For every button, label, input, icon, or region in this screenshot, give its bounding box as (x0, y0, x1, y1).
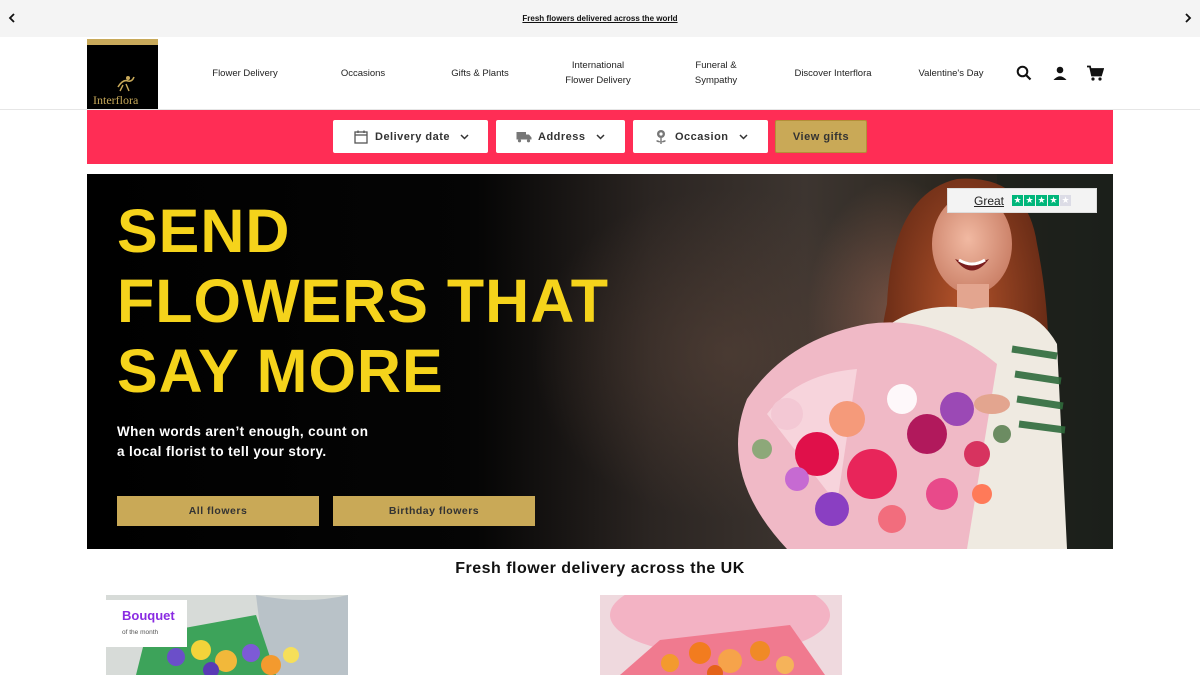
hero-woman-with-bouquet-image (738, 174, 1113, 549)
all-flowers-button[interactable]: All flowers (117, 496, 319, 526)
gift-finder-bar: Delivery date Address Occasion View gift… (87, 110, 1113, 164)
address-label: Address (538, 130, 586, 143)
star-icon: ★ (1036, 195, 1048, 206)
star-icon: ★ (1024, 195, 1036, 206)
occasion-label: Occasion (675, 130, 729, 143)
star-icon: ★ (1012, 195, 1024, 206)
chevron-down-icon (596, 131, 605, 143)
badge-subtitle: of the month (122, 629, 159, 636)
chevron-right-icon[interactable] (1180, 10, 1196, 26)
hero-title: SEND FLOWERS THAT SAY MORE (117, 196, 637, 406)
logo-wordmark: Interflora (93, 93, 139, 107)
nav-funeral-sympathy[interactable]: Funeral & Sympathy (686, 37, 746, 109)
delivery-truck-icon (516, 129, 532, 145)
product-card[interactable]: Bouquet of the month (106, 595, 348, 675)
occasion-dropdown[interactable]: Occasion (633, 120, 768, 153)
delivery-date-label: Delivery date (375, 130, 450, 143)
nav-discover-interflora[interactable]: Discover Interflora (773, 37, 893, 109)
hero-title-line: SAY MORE (117, 337, 444, 405)
mercury-logo-icon (117, 76, 135, 92)
account-icon[interactable] (1050, 63, 1070, 83)
bouquet-of-the-month-badge: Bouquet of the month (106, 600, 187, 647)
nav-gifts-plants[interactable]: Gifts & Plants (420, 37, 540, 109)
flower-icon (653, 129, 669, 145)
trustpilot-rating-label: Great (974, 193, 1005, 208)
announcement-link[interactable]: Fresh flowers delivered across the world (522, 14, 677, 23)
view-gifts-button[interactable]: View gifts (775, 120, 867, 153)
nav-international-flower-delivery[interactable]: International Flower Delivery (558, 37, 638, 109)
hero-title-line: SEND (117, 197, 291, 265)
star-icon: ★ (1060, 195, 1072, 206)
birthday-flowers-button[interactable]: Birthday flowers (333, 496, 535, 526)
star-icon: ★ (1048, 195, 1060, 206)
interflora-logo[interactable]: Interflora (87, 39, 158, 109)
search-icon[interactable] (1014, 63, 1034, 83)
calendar-icon (353, 129, 369, 145)
hero-title-line: FLOWERS THAT (117, 267, 610, 335)
nav-occasions[interactable]: Occasions (303, 37, 423, 109)
bouquet-image (600, 595, 842, 675)
nav-valentines-day[interactable]: Valentine's Day (891, 37, 1011, 109)
product-card[interactable] (600, 595, 842, 675)
trustpilot-rating-badge[interactable]: Great ★ ★ ★ ★ ★ (947, 188, 1097, 213)
chevron-down-icon (739, 131, 748, 143)
cart-icon[interactable] (1085, 63, 1105, 83)
site-header: Interflora Flower Delivery Occasions Gif… (0, 37, 1200, 110)
hero-banner: SEND FLOWERS THAT SAY MORE When words ar… (87, 174, 1113, 549)
nav-flower-delivery[interactable]: Flower Delivery (185, 37, 305, 109)
trustpilot-stars: ★ ★ ★ ★ ★ (1012, 195, 1072, 206)
announcement-bar: Fresh flowers delivered across the world (0, 0, 1200, 37)
delivery-date-dropdown[interactable]: Delivery date (333, 120, 488, 153)
hero-subtitle: When words aren’t enough, count on a loc… (117, 424, 369, 459)
address-dropdown[interactable]: Address (496, 120, 625, 153)
badge-title: Bouquet (122, 608, 175, 623)
chevron-down-icon (460, 131, 469, 143)
section-title: Fresh flower delivery across the UK (455, 560, 745, 577)
chevron-left-icon[interactable] (4, 10, 20, 26)
